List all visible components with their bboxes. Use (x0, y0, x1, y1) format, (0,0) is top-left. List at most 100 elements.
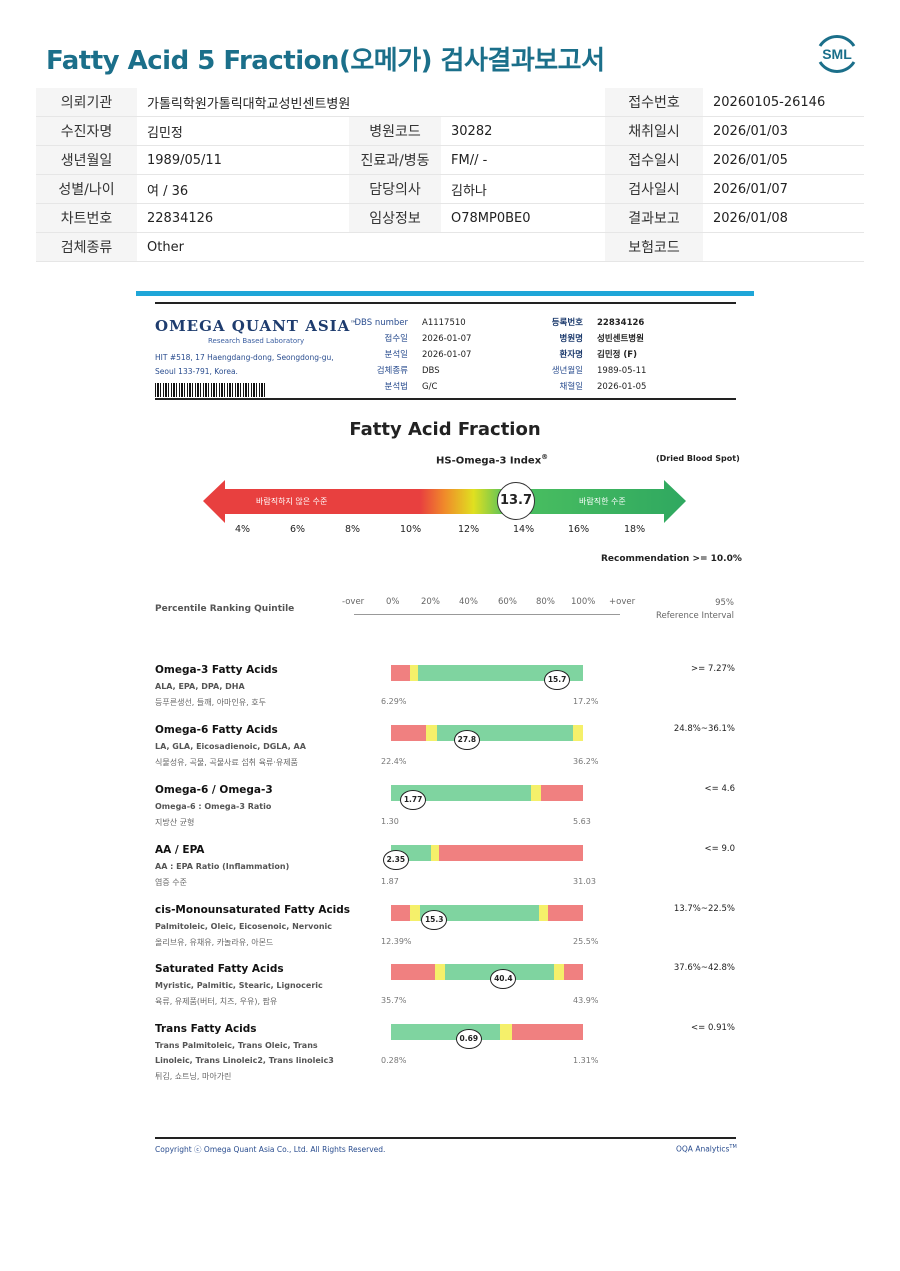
range-high: 36.2% (573, 757, 599, 766)
fraction-row: Omega-3 Fatty Acids ALA, EPA, DPA, DHA 등푸른… (155, 664, 735, 710)
info-label: 결과보고 (605, 203, 703, 233)
info-value (703, 232, 864, 262)
bar-segment-red (511, 1024, 583, 1040)
fraction-row: Omega-6 / Omega-3 Omega-6 : Omega-3 Ratio… (155, 784, 735, 830)
index-tick: 10% (400, 524, 422, 535)
logo-text: SML (822, 46, 852, 62)
index-tick: 8% (345, 524, 361, 535)
info-label: 보험코드 (605, 232, 703, 262)
fraction-row: Trans Fatty Acids Trans Palmitoleic, Tran… (155, 1023, 735, 1084)
sample-type: (Dried Blood Spot) (656, 454, 740, 463)
index-tick: 16% (568, 524, 590, 535)
omega-quant-logo: OMEGA QUANT ASIA™ (155, 317, 358, 335)
scale-label: -over (342, 597, 365, 607)
patient-info-table: 의뢰기관 가톨릭학원가톨릭대학교성빈센트병원 접수번호 20260105-261… (36, 88, 864, 262)
range-high: 17.2% (573, 697, 599, 706)
analytics-mark: OQA AnalyticsTM (676, 1144, 737, 1154)
info-label: 접수번호 (605, 88, 703, 117)
bar-segment-red (548, 905, 583, 921)
table-row: 수진자명 김민정 병원코드 30282 채취일시 2026/01/03 (36, 116, 864, 146)
bar-segment-yellow (573, 725, 583, 741)
info-value: 2026/01/07 (703, 174, 864, 204)
fraction-components: AA : EPA Ratio (Inflammation) (155, 862, 290, 871)
reference-value: <= 9.0 (704, 844, 735, 854)
info-label: 진료과/병동 (349, 145, 441, 175)
fraction-foods: 올리브유, 유채유, 카놀라유, 아몬드 (155, 938, 274, 947)
reference-value: <= 4.6 (704, 784, 735, 794)
bar-segment-yellow (435, 964, 445, 980)
bar-segment-yellow (500, 1024, 512, 1040)
fraction-components: Trans Palmitoleic, Trans Oleic, Trans Lin… (155, 1041, 334, 1065)
fraction-foods: 지방산 균형 (155, 818, 195, 827)
lab-address: HIT #518, 17 Haengdang-dong, Seongdong-g… (155, 353, 334, 376)
index-tick: 6% (290, 524, 306, 535)
info-value: 1989/05/11 (137, 145, 349, 175)
range-low: 6.29% (381, 697, 407, 706)
index-tick: 12% (458, 524, 480, 535)
range-low: 1.87 (381, 877, 399, 886)
section-title: Fatty Acid Fraction (349, 419, 541, 440)
bar-segment-red (540, 785, 583, 801)
info-value: 2026/01/08 (703, 203, 864, 233)
reference-value: 24.8%~36.1% (673, 724, 735, 734)
bar-segment-red (391, 665, 411, 681)
bar-segment-yellow (410, 905, 420, 921)
info-label: 담당의사 (349, 174, 441, 204)
copyright: Copyright ⓒ Omega Quant Asia Co., Ltd. A… (155, 1145, 386, 1154)
info-value: Other (137, 232, 605, 262)
info-label: 병원코드 (349, 116, 441, 146)
quintile-label: Percentile Ranking Quintile (155, 604, 295, 614)
recommendation: Recommendation >= 10.0% (601, 554, 742, 564)
patient-meta: 등록번호 22834126 병원명 성빈센트병원 환자명 김민정 (F) 생년월일 19… (551, 318, 647, 392)
range-low: 35.7% (381, 996, 407, 1005)
bar-segment-yellow (538, 905, 549, 921)
info-label: 검체종류 (36, 232, 137, 262)
value-marker: 2.35 (382, 850, 409, 870)
fraction-foods: 등푸른생선, 들깨, 아마인유, 호두 (155, 698, 266, 707)
scale-label: 80% (536, 597, 555, 607)
info-value: 가톨릭학원가톨릭대학교성빈센트병원 (137, 88, 605, 117)
info-value: 22834126 (137, 203, 349, 233)
quintile-bar (391, 964, 583, 980)
info-label: 임상정보 (349, 203, 441, 233)
range-high: 31.03 (573, 877, 596, 886)
page-title: Fatty Acid 5 Fraction(오메가) 검사결과보고서 (46, 46, 605, 76)
index-tick: 4% (235, 524, 251, 535)
range-high: 5.63 (573, 817, 591, 826)
bar-segment-red (563, 964, 583, 980)
index-tick: 18% (624, 524, 646, 535)
scale-label: 100% (571, 597, 596, 607)
info-label: 차트번호 (36, 203, 137, 233)
info-label: 성별/나이 (36, 174, 137, 204)
fraction-foods: 튀김, 쇼트닝, 마아가린 (155, 1072, 232, 1081)
sml-logo: SML (814, 32, 860, 76)
info-value: FM// - (441, 145, 605, 175)
index-tick: 14% (513, 524, 535, 535)
info-value: O78MP0BE0 (441, 203, 605, 233)
info-value: 김민정 (137, 116, 349, 146)
range-high: 25.5% (573, 937, 599, 946)
fraction-components: Omega-6 : Omega-3 Ratio (155, 802, 272, 811)
quintile-bar (391, 725, 583, 741)
bar-segment-yellow (410, 665, 418, 681)
reference-value: <= 0.91% (691, 1023, 735, 1033)
desired-label: 바람직한 수준 (579, 497, 626, 506)
bar-segment-green (391, 1024, 501, 1040)
fraction-row: AA / EPA AA : EPA Ratio (Inflammation) 염증 … (155, 844, 735, 890)
value-marker: 15.7 (544, 670, 571, 690)
value-marker: 1.77 (400, 790, 427, 810)
table-row: 검체종류 Other 보험코드 (36, 232, 864, 262)
quintile-bar (391, 905, 583, 921)
info-label: 의뢰기관 (36, 88, 137, 117)
info-label: 생년월일 (36, 145, 137, 175)
undesired-label: 바람직하지 않은 수준 (256, 497, 328, 506)
report-top-bar (136, 291, 754, 296)
fraction-row: Omega-6 Fatty Acids LA, GLA, Eicosadienoi… (155, 724, 735, 770)
bar-segment-yellow (425, 725, 438, 741)
info-value: 김하나 (441, 174, 605, 204)
divider (155, 1137, 736, 1139)
scale-axis (354, 614, 620, 615)
scale-label: 40% (459, 597, 478, 607)
reference-value: >= 7.27% (691, 664, 735, 674)
bar-segment-red (391, 964, 436, 980)
